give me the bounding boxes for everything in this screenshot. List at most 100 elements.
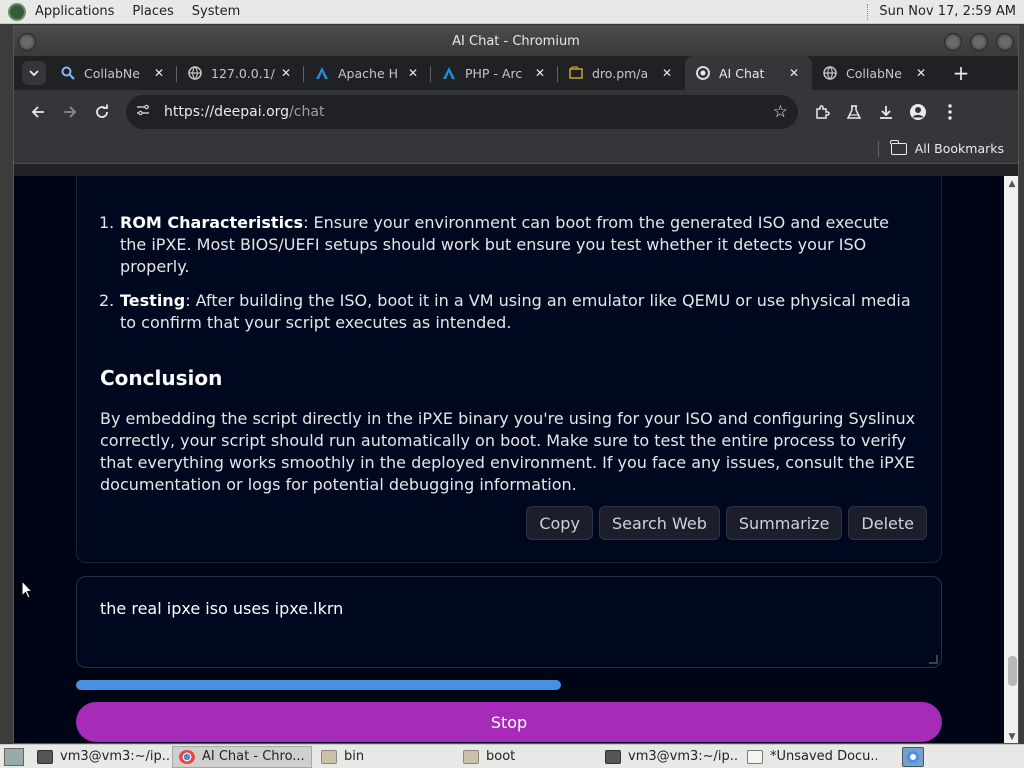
chat-input[interactable]: the real ipxe iso uses ipxe.lkrn	[76, 576, 942, 668]
taskbar: vm3@vm3:~/ip... AI Chat - Chro... bin bo…	[0, 744, 1024, 768]
show-desktop-icon[interactable]	[4, 747, 24, 766]
arrow-left-icon	[31, 106, 44, 118]
profile-button[interactable]	[902, 96, 934, 128]
puzzle-icon	[815, 104, 830, 119]
labs-button[interactable]	[838, 96, 870, 128]
all-bookmarks-button[interactable]: All Bookmarks	[915, 141, 1004, 156]
menu-button[interactable]	[934, 96, 966, 128]
list-item-title: ROM Characteristics	[120, 213, 304, 232]
tab-close-icon[interactable]: ✕	[913, 66, 929, 80]
conclusion-heading: Conclusion	[100, 366, 223, 390]
panel-separator	[867, 3, 869, 20]
tab-collabnet-2[interactable]: CollabNe ✕	[812, 56, 939, 90]
page-scrollbar[interactable]: ▲ ▼	[1004, 176, 1018, 743]
taskbar-item-terminal-2[interactable]: vm3@vm3:~/ip...	[598, 746, 738, 768]
menu-system[interactable]: System	[183, 0, 249, 24]
tray-chromium-icon[interactable]	[902, 746, 924, 767]
taskbar-item-label: AI Chat - Chro...	[202, 749, 305, 764]
taskbar-item-text-editor[interactable]: *Unsaved Docu...	[740, 746, 878, 768]
taskbar-item-chromium[interactable]: AI Chat - Chro...	[172, 745, 312, 768]
menu-places[interactable]: Places	[123, 0, 182, 24]
menu-applications[interactable]: Applications	[26, 0, 123, 24]
url-host: https://deepai.org	[164, 104, 290, 120]
list-item-title: Testing	[120, 291, 186, 310]
top-panel: Applications Places System Sun Nov 17, 2…	[0, 0, 1024, 24]
forward-button[interactable]	[54, 96, 86, 128]
delete-button[interactable]: Delete	[848, 506, 927, 540]
url-text[interactable]: https://deepai.org/chat	[164, 104, 773, 120]
ai-response-card: 1. ROM Characteristics: Ensure your envi…	[76, 176, 942, 563]
list-item-text: : After building the ISO, boot it in a V…	[120, 291, 911, 332]
copy-button[interactable]: Copy	[526, 506, 593, 540]
mouse-cursor-icon	[21, 580, 33, 599]
gnome-foot-icon[interactable]	[8, 2, 26, 21]
tab-php[interactable]: PHP - Arc ✕	[431, 56, 558, 90]
window-titlebar[interactable]: AI Chat - Chromium	[14, 27, 1018, 56]
resize-grip-icon[interactable]	[929, 655, 938, 664]
browser-toolbar: https://deepai.org/chat ☆	[14, 90, 1018, 134]
address-bar[interactable]: https://deepai.org/chat ☆	[126, 95, 798, 129]
scroll-up-icon[interactable]: ▲	[1004, 176, 1018, 192]
tab-close-icon[interactable]: ✕	[278, 66, 294, 80]
tab-title: 127.0.0.1/	[211, 65, 275, 81]
tab-ai-chat[interactable]: AI Chat ✕	[685, 56, 812, 90]
taskbar-item-terminal-1[interactable]: vm3@vm3:~/ip...	[30, 746, 170, 768]
response-actions: Copy Search Web Summarize Delete	[526, 506, 927, 540]
tab-title: AI Chat	[719, 65, 765, 81]
taskbar-item-boot[interactable]: boot	[456, 746, 596, 768]
new-tab-button[interactable]: +	[947, 59, 975, 87]
tab-localhost[interactable]: 127.0.0.1/ ✕	[177, 56, 304, 90]
bookmark-star-icon[interactable]: ☆	[773, 102, 788, 122]
taskbar-item-bin[interactable]: bin	[314, 746, 454, 768]
stop-button[interactable]: Stop	[76, 702, 942, 742]
minimize-button[interactable]	[944, 33, 962, 51]
list-item: 2. Testing: After building the ISO, boot…	[99, 290, 919, 334]
tab-dropm[interactable]: dro.pm/a ✕	[558, 56, 685, 90]
summarize-button[interactable]: Summarize	[725, 506, 843, 540]
tab-close-icon[interactable]: ✕	[786, 66, 802, 80]
taskbar-item-label: vm3@vm3:~/ip...	[60, 749, 170, 764]
list-number: 2.	[99, 291, 115, 310]
downloads-button[interactable]	[870, 96, 902, 128]
tab-search-button[interactable]	[22, 61, 46, 85]
search-web-button[interactable]: Search Web	[598, 506, 720, 540]
triangle-logo-icon	[441, 65, 457, 81]
maximize-button[interactable]	[970, 33, 988, 51]
taskbar-item-label: vm3@vm3:~/ip...	[628, 749, 738, 764]
triangle-logo-icon	[314, 65, 330, 81]
deepai-icon	[695, 65, 711, 81]
tab-title: CollabNe	[846, 65, 902, 81]
reload-button[interactable]	[86, 96, 118, 128]
bookmarks-separator	[877, 140, 879, 157]
tab-title: dro.pm/a	[592, 65, 649, 81]
scroll-down-icon[interactable]: ▼	[1004, 729, 1018, 743]
profile-icon	[910, 104, 926, 120]
tab-close-icon[interactable]: ✕	[659, 66, 675, 80]
tab-title: CollabNe	[84, 65, 140, 81]
tab-collabnet-1[interactable]: CollabNe ✕	[50, 56, 177, 90]
tab-apache[interactable]: Apache H ✕	[304, 56, 431, 90]
clock[interactable]: Sun Nov 17, 2:59 AM	[879, 4, 1016, 19]
terminal-icon	[37, 749, 53, 764]
window-menu-button[interactable]	[18, 33, 36, 51]
close-window-button[interactable]	[996, 33, 1014, 51]
file-icon	[568, 65, 584, 81]
download-icon	[880, 106, 892, 119]
conclusion-paragraph: By embedding the script directly in the …	[100, 409, 916, 494]
list-number: 1.	[99, 213, 115, 232]
bookmarks-bar: All Bookmarks	[14, 134, 1018, 164]
folder-icon	[890, 139, 907, 155]
tab-title: Apache H	[338, 65, 399, 81]
scrollbar-thumb[interactable]	[1008, 656, 1017, 686]
arrow-right-icon	[64, 106, 77, 118]
window-title: AI Chat - Chromium	[452, 34, 580, 49]
progress-bar	[76, 680, 561, 690]
tab-close-icon[interactable]: ✕	[151, 66, 167, 80]
tab-close-icon[interactable]: ✕	[405, 66, 421, 80]
site-settings-icon[interactable]	[136, 103, 156, 121]
tab-close-icon[interactable]: ✕	[532, 66, 548, 80]
taskbar-item-label: *Unsaved Docu...	[770, 749, 878, 764]
back-button[interactable]	[22, 96, 54, 128]
extensions-button[interactable]	[806, 96, 838, 128]
globe-icon	[187, 65, 203, 81]
